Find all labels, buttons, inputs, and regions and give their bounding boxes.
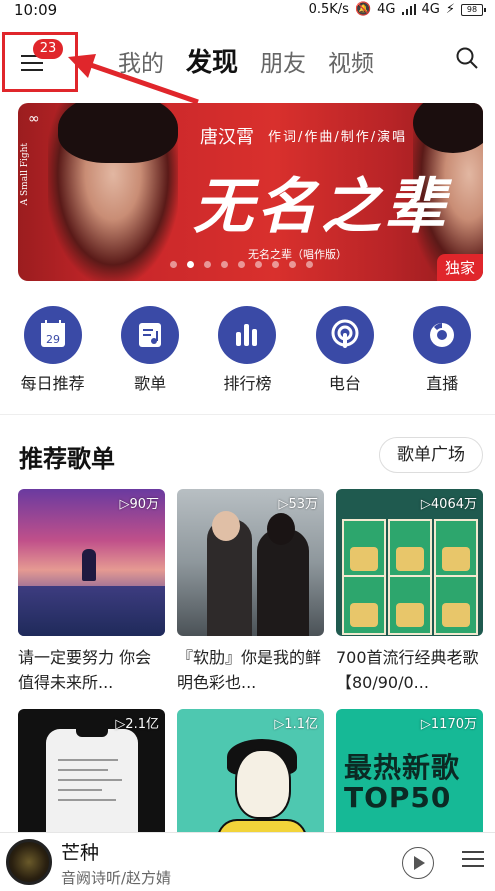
mute-icon: 🔕 (354, 2, 372, 17)
cover-head-1 (212, 511, 240, 541)
shortcut-live[interactable]: 直播 (397, 306, 487, 396)
carousel-dots (170, 261, 313, 268)
cover-book (388, 519, 432, 579)
calendar-icon: 29 (23, 306, 82, 364)
calendar-day-number: 29 (46, 333, 60, 346)
cover-ground (18, 586, 165, 636)
infinity-icon: ∞ (28, 111, 40, 127)
cover-line (58, 759, 118, 761)
shortcut-label: 排行榜 (223, 374, 272, 393)
banner-carousel[interactable]: ∞ A Small Fight 唐汉霄 作词/作曲/制作/演唱 无名之辈 无名之… (18, 103, 483, 281)
battery-icon: 98 (461, 3, 486, 16)
playlist-card[interactable]: ▷53万 『软肋』你是我的鲜明色彩也... (177, 489, 324, 697)
section-title: 推荐歌单 (19, 445, 115, 473)
status-bar: 10:09 0.5K/s 🔕 4G 4G ⚡ 98 (0, 0, 495, 22)
shortcut-ranking[interactable]: 排行榜 (202, 306, 292, 396)
banner-subtitle: 无名之辈（唱作版） (248, 248, 347, 261)
song-artist: 音阙诗听/赵方婧 (61, 869, 172, 887)
playlist-title: 700首流行经典老歌【80/90/0... (336, 648, 479, 692)
notification-badge: 23 (33, 39, 63, 59)
playlist-cover: ▷90万 (18, 489, 165, 636)
playlist-card[interactable]: ▷90万 请一定要努力 你会值得未来所... (18, 489, 165, 697)
carousel-dot[interactable] (221, 261, 228, 268)
signal-icon (401, 4, 416, 15)
shortcut-label: 每日推荐 (20, 374, 85, 393)
exclusive-tag: 独家 (436, 254, 483, 281)
banner-role: 作词/作曲/制作/演唱 (268, 130, 408, 145)
carousel-dot[interactable] (187, 261, 194, 268)
play-count: ▷1170万 (420, 717, 477, 732)
playlist-queue-icon[interactable] (462, 851, 484, 871)
playlist-cover: ▷53万 (177, 489, 324, 636)
playlist-grid: ▷90万 请一定要努力 你会值得未来所... ▷53万 『软肋』你是我的鲜明色彩… (18, 489, 484, 856)
play-count: ▷53万 (278, 497, 318, 512)
banner-side-text: A Small Fight (20, 143, 30, 206)
cover-figure (82, 549, 96, 581)
shortcut-label: 电台 (328, 374, 361, 393)
cover-line (58, 769, 108, 771)
carousel-dot[interactable] (238, 261, 245, 268)
network-speed: 0.5K/s (308, 2, 349, 17)
playlist-cover: ▷4064万 (336, 489, 483, 636)
carousel-dot[interactable] (255, 261, 262, 268)
divider (0, 414, 495, 415)
carousel-dot[interactable] (204, 261, 211, 268)
play-count: ▷2.1亿 (115, 717, 159, 732)
signal-1-label: 4G (377, 2, 396, 17)
cover-book (388, 575, 432, 635)
live-icon (413, 306, 472, 364)
album-thumbnail[interactable] (6, 839, 52, 885)
play-button-icon[interactable] (402, 847, 434, 879)
shortcut-radio[interactable]: 电台 (300, 306, 390, 396)
cover-head-2 (267, 513, 295, 545)
shortcut-row: 29 每日推荐 歌单 排行榜 电台 直播 (0, 306, 495, 396)
status-right: 0.5K/s 🔕 4G 4G ⚡ 98 (308, 2, 486, 17)
playlist-title: 『软肋』你是我的鲜明色彩也... (177, 648, 322, 692)
playlist-title: 请一定要努力 你会值得未来所... (18, 648, 152, 692)
play-count: ▷90万 (119, 497, 159, 512)
playlist-icon (121, 306, 180, 364)
play-count: ▷1.1亿 (274, 717, 318, 732)
charging-icon: ⚡ (445, 2, 455, 17)
shortcut-playlist[interactable]: 歌单 (105, 306, 195, 396)
cover-line (58, 779, 122, 781)
shortcut-label: 歌单 (134, 374, 167, 393)
cover-person-2 (257, 529, 309, 636)
carousel-dot[interactable] (170, 261, 177, 268)
cover-line (58, 789, 102, 791)
carousel-dot[interactable] (289, 261, 296, 268)
carousel-dot[interactable] (306, 261, 313, 268)
cover-text: 最热新歌TOP50 (344, 751, 461, 814)
cover-book (342, 519, 386, 579)
cover-book (434, 519, 478, 579)
cover-book (434, 575, 478, 635)
search-icon[interactable] (455, 46, 479, 70)
banner-artist: 唐汉霄 (200, 127, 254, 148)
chart-icon (218, 306, 277, 364)
song-title: 芒种 (61, 842, 100, 864)
radio-icon (315, 306, 374, 364)
tab-video[interactable]: 视频 (328, 44, 374, 78)
carousel-dot[interactable] (272, 261, 279, 268)
playlist-square-button[interactable]: 歌单广场 (379, 437, 483, 473)
banner-title: 无名之辈 (193, 172, 449, 242)
cover-line (58, 799, 116, 801)
play-count: ▷4064万 (420, 497, 477, 512)
signal-2-label: 4G (421, 2, 440, 17)
playlist-card[interactable]: ▷4064万 700首流行经典老歌【80/90/0... (336, 489, 483, 697)
banner-hair-left (58, 103, 178, 163)
cover-book (342, 575, 386, 635)
cover-head (235, 749, 291, 819)
mini-player[interactable]: 芒种 音阙诗听/赵方婧 (0, 832, 495, 891)
tab-friends[interactable]: 朋友 (260, 44, 306, 78)
shortcut-daily[interactable]: 29 每日推荐 (8, 306, 98, 396)
status-time: 10:09 (14, 1, 58, 19)
shortcut-label: 直播 (426, 374, 459, 393)
